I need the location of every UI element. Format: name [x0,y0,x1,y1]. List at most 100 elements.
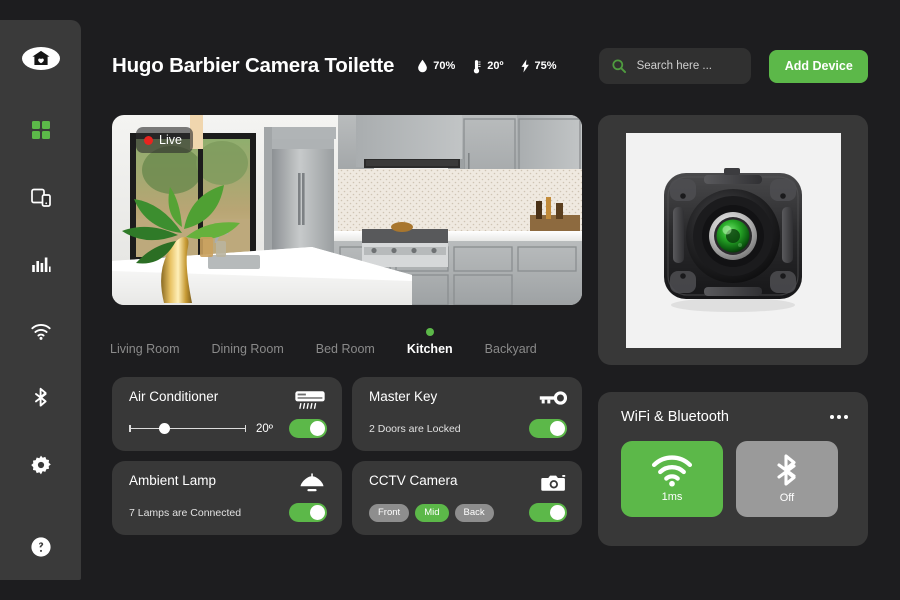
search-icon [612,59,626,74]
chip-front[interactable]: Front [369,503,410,522]
device-cards: Air Conditioner 20º Master Key 2 Doors a… [112,377,582,535]
stat-humidity: 70% [417,59,455,73]
add-device-button[interactable]: Add Device [769,49,868,83]
tab-label: Bed Room [315,342,375,356]
wifi-tile[interactable]: 1ms [621,441,723,517]
toggle-knob [310,421,325,436]
tab-label: Backyard [484,342,537,356]
key-icon [539,391,567,405]
bluetooth-icon [777,454,796,486]
product-panel [598,115,868,365]
connectivity-panel: WiFi & Bluetooth 1ms Off [598,392,868,546]
grid-dashboard-icon [31,120,50,139]
lamp-status: 7 Lamps are Connected [129,506,242,519]
card-ambient-lamp[interactable]: Ambient Lamp 7 Lamps are Connected [112,461,342,535]
card-header: CCTV Camera [369,473,567,493]
tab-kitchen[interactable]: Kitchen [406,328,453,356]
slider-min-cap [129,424,131,432]
card-title: Air Conditioner [129,389,219,404]
card-cctv-camera[interactable]: CCTV Camera Front Mid Back [352,461,582,535]
tab-label: Kitchen [406,342,453,356]
toggle-knob [310,505,325,520]
sidebar-item-wifi[interactable] [0,297,81,364]
sidebar-item-statistics[interactable] [0,230,81,297]
room-tabs: Living Room Dining Room Bed Room Kitchen… [110,328,590,362]
slider-handle[interactable] [158,422,170,434]
slider-max-cap [244,424,246,432]
tab-living-room[interactable]: Living Room [110,342,179,356]
card-header: Air Conditioner [129,389,327,411]
sidebar [0,20,81,580]
temperature-slider[interactable] [129,422,246,435]
app-logo[interactable] [21,47,60,70]
wifi-icon [651,455,693,487]
thermometer-icon [474,59,481,73]
temperature-value: 20º [256,422,273,435]
sidebar-item-help[interactable] [0,513,81,580]
bluetooth-tile[interactable]: Off [736,441,838,517]
card-controls: 7 Lamps are Connected [129,503,327,522]
security-camera-product-image [664,168,802,312]
live-badge: Live [136,127,193,153]
card-controls: 20º [129,419,327,438]
camera-position-chips: Front Mid Back [369,503,494,522]
dot [844,415,848,419]
tab-backyard[interactable]: Backyard [485,342,537,356]
page-title: Hugo Barbier Camera Toilette [112,54,395,77]
sidebar-item-dashboard[interactable] [0,96,81,163]
statistics-bars-icon [31,257,51,272]
app-root: Hugo Barbier Camera Toilette 70% 20º 75%… [0,0,900,600]
humidity-drop-icon [418,59,428,73]
tab-label: Living Room [110,342,180,356]
bluetooth-tile-label: Off [779,492,795,504]
dot [830,415,834,419]
cctv-camera-toggle[interactable] [529,503,567,522]
card-air-conditioner[interactable]: Air Conditioner 20º [112,377,342,451]
air-conditioner-icon [295,391,325,409]
card-master-key[interactable]: Master Key 2 Doors are Locked [352,377,582,451]
bluetooth-icon [34,387,47,407]
header: Hugo Barbier Camera Toilette 70% 20º 75%… [112,44,868,88]
tab-dining-room[interactable]: Dining Room [211,342,283,356]
toggle-knob [550,421,565,436]
header-stats: 70% 20º 75% [417,59,557,74]
sidebar-item-devices[interactable] [0,163,81,230]
tab-bed-room[interactable]: Bed Room [316,342,375,356]
air-conditioner-toggle[interactable] [289,419,327,438]
connectivity-tiles: 1ms Off [621,441,848,517]
gear-icon [30,455,51,474]
chip-back[interactable]: Back [454,503,494,522]
live-camera-feed[interactable]: Live [112,115,582,305]
live-indicator-dot [144,135,153,145]
slider-track [129,427,246,429]
search-input[interactable]: Search here ... [598,48,752,84]
connectivity-header: WiFi & Bluetooth [621,409,848,425]
help-icon [30,536,51,557]
stat-temperature-value: 20º [487,60,504,72]
master-key-toggle[interactable] [529,419,567,438]
more-options-icon[interactable] [830,411,848,423]
card-header: Master Key [369,389,567,407]
tab-label: Dining Room [211,342,284,356]
temperature-control: 20º [129,422,289,435]
stat-humidity-value: 70% [433,60,456,72]
product-image-frame [625,132,841,348]
sidebar-item-settings[interactable] [0,431,81,498]
sidebar-item-bluetooth[interactable] [0,364,81,431]
ambient-lamp-toggle[interactable] [289,503,327,522]
search-placeholder: Search here ... [636,60,712,72]
devices-icon [30,188,51,207]
card-title: CCTV Camera [369,473,458,488]
chip-mid[interactable]: Mid [415,503,449,522]
camera-icon [541,475,566,491]
dot [837,415,841,419]
connectivity-title: WiFi & Bluetooth [621,409,729,425]
wifi-tile-label: 1ms [661,491,683,503]
active-tab-indicator-dot [425,328,434,336]
toggle-knob [550,505,565,520]
card-title: Master Key [369,389,438,404]
sidebar-nav [0,96,81,580]
wifi-icon [30,323,51,340]
bolt-icon [521,59,529,73]
card-controls: Front Mid Back [369,503,567,522]
